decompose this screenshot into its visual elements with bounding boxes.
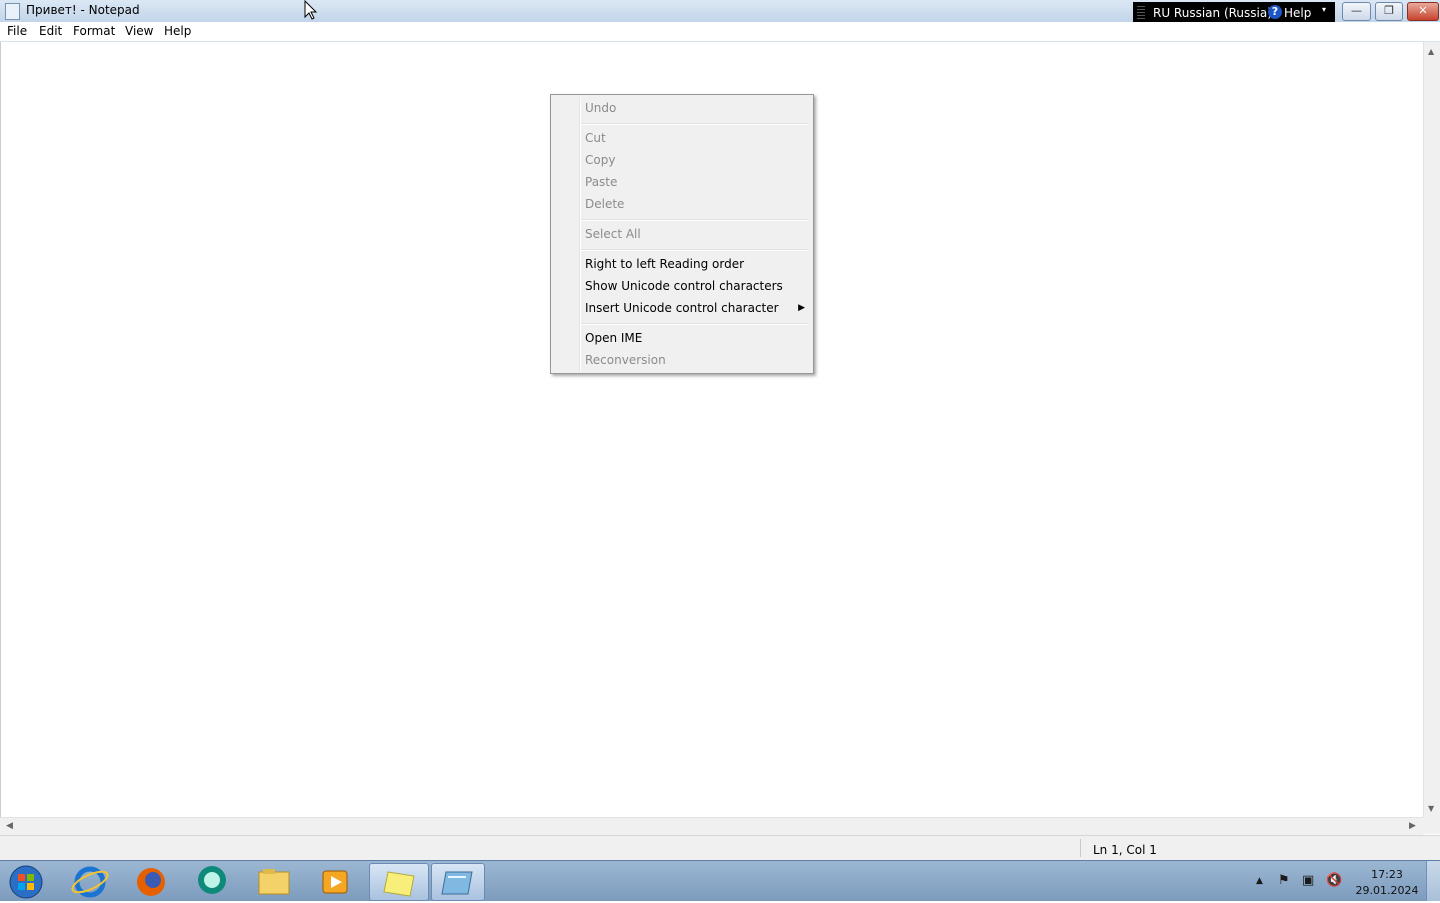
vertical-scrollbar[interactable]: ▲ ▼	[1423, 42, 1440, 817]
menu-item-select-all[interactable]: Select All	[581, 223, 813, 245]
menu-item-copy[interactable]: Copy	[581, 149, 813, 171]
menu-separator	[581, 323, 809, 325]
firefox-icon[interactable]	[132, 863, 184, 899]
status-divider	[1080, 839, 1081, 857]
sticky-notes-icon[interactable]	[369, 863, 429, 901]
status-bar: Ln 1, Col 1	[0, 835, 1440, 861]
menu-file[interactable]: File	[7, 24, 27, 38]
internet-explorer-icon[interactable]	[70, 863, 122, 899]
menu-item-delete[interactable]: Delete	[581, 193, 813, 215]
show-desktop-button[interactable]	[1426, 861, 1440, 901]
scroll-up-icon[interactable]: ▲	[1428, 47, 1434, 56]
scroll-left-icon[interactable]: ◀	[6, 821, 13, 831]
scroll-down-icon[interactable]: ▼	[1428, 804, 1434, 813]
minimize-button[interactable]: —	[1342, 2, 1371, 21]
volume-muted-icon[interactable]: 🔇	[1326, 873, 1342, 888]
menu-separator	[581, 123, 809, 125]
scroll-right-icon[interactable]: ▶	[1409, 821, 1416, 831]
notepad-icon[interactable]	[431, 863, 485, 901]
language-bar[interactable]: RU Russian (Russia) ? Help ▾	[1133, 2, 1335, 24]
clock[interactable]: 17:23 29.01.2024	[1352, 867, 1422, 899]
menu-view[interactable]: View	[125, 24, 153, 38]
restore-button[interactable]: ❐	[1375, 2, 1403, 21]
notepad-app-icon[interactable]	[5, 3, 20, 20]
menu-item-open-ime[interactable]: Open IME	[581, 327, 813, 349]
menu-separator	[581, 249, 809, 251]
file-explorer-icon[interactable]	[254, 863, 306, 899]
menu-format[interactable]: Format	[73, 24, 115, 38]
menu-bar: File Edit Format View Help	[0, 22, 1440, 42]
mouse-cursor-icon	[304, 0, 318, 20]
action-center-flag-icon[interactable]: ⚑	[1278, 873, 1290, 888]
messenger-icon[interactable]	[192, 863, 244, 899]
menu-item-show-unicode[interactable]: Show Unicode control characters	[581, 275, 813, 297]
clock-date: 29.01.2024	[1355, 884, 1419, 897]
network-icon[interactable]: ▣	[1302, 873, 1314, 888]
media-player-icon[interactable]	[316, 863, 368, 899]
scrollbar-corner	[1423, 817, 1440, 834]
horizontal-scrollbar[interactable]: ◀ ▶	[0, 817, 1423, 835]
grip-icon[interactable]	[1137, 6, 1145, 20]
menu-item-reconversion[interactable]: Reconversion	[581, 349, 813, 371]
menu-item-undo[interactable]: Undo	[581, 97, 813, 119]
help-button[interactable]: Help	[1284, 6, 1311, 20]
menu-item-insert-unicode-label: Insert Unicode control character	[585, 301, 779, 315]
help-icon[interactable]: ?	[1268, 5, 1282, 19]
close-button[interactable]: ✕	[1407, 2, 1439, 21]
show-hidden-icons-icon[interactable]: ▲	[1256, 876, 1263, 886]
window-title: Привет! - Notepad	[26, 3, 140, 17]
language-bar-options-icon[interactable]: ▾	[1322, 6, 1330, 14]
clock-time: 17:23	[1371, 868, 1403, 881]
taskbar: ▲ ⚑ ▣ 🔇 17:23 29.01.2024	[0, 860, 1440, 901]
menu-item-insert-unicode[interactable]: Insert Unicode control character ▶	[581, 297, 813, 319]
menu-edit[interactable]: Edit	[39, 24, 62, 38]
submenu-arrow-icon: ▶	[798, 303, 805, 313]
cursor-position: Ln 1, Col 1	[1093, 843, 1157, 857]
menu-separator	[581, 219, 809, 221]
language-indicator[interactable]: RU Russian (Russia)	[1153, 6, 1272, 20]
menu-item-cut[interactable]: Cut	[581, 127, 813, 149]
context-menu: Undo Cut Copy Paste Delete Select All Ri…	[550, 94, 814, 374]
start-orb-icon[interactable]	[6, 863, 58, 899]
menu-help[interactable]: Help	[164, 24, 191, 38]
menu-item-rtl-reading-order[interactable]: Right to left Reading order	[581, 253, 813, 275]
menu-item-paste[interactable]: Paste	[581, 171, 813, 193]
